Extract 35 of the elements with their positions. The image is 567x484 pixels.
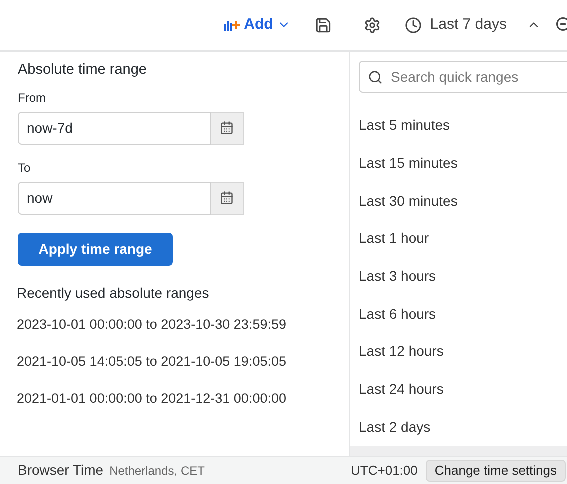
quick-range-item[interactable]: Last 12 hours <box>359 333 567 371</box>
search-icon <box>368 70 383 84</box>
settings-icon[interactable] <box>364 16 382 34</box>
timezone-label: Netherlands, CET <box>110 462 205 480</box>
recent-range-link[interactable]: 2021-01-01 00:00:00 to 2021-12-31 00:00:00 <box>17 386 341 410</box>
quick-range-item[interactable]: Last 3 hours <box>359 258 567 296</box>
save-icon[interactable] <box>315 16 332 34</box>
search-field[interactable]: Search quick ranges <box>359 61 567 93</box>
change-settings-button[interactable]: Change time settings <box>426 460 566 482</box>
calendar-icon <box>220 121 234 136</box>
apply-button[interactable]: Apply time range <box>18 232 173 266</box>
utc-offset: UTC+01:00 <box>351 462 418 480</box>
recent-range-link[interactable]: 2021-10-05 14:05:05 to 2021-10-05 19:05:05 <box>17 350 341 373</box>
quick-range-item[interactable]: Last 15 minutes <box>359 144 567 182</box>
section-title: Recently used absolute ranges <box>17 284 210 303</box>
browser-time-label: Browser Time <box>18 461 104 480</box>
quick-range-item[interactable]: Last 6 hours <box>359 295 567 334</box>
quick-range-item[interactable]: Last 24 hours <box>359 370 567 408</box>
add-button[interactable]: Add <box>224 14 292 36</box>
quick-range-item[interactable]: Last 1 hour <box>359 220 567 258</box>
clock-icon <box>405 16 422 34</box>
calendar-icon <box>220 191 234 206</box>
field-label: From <box>18 90 47 107</box>
quick-range-item[interactable]: Last 30 minutes <box>359 182 567 220</box>
field-label: To <box>18 160 32 177</box>
date-input-field[interactable]: now <box>18 182 211 215</box>
section-title: Absolute time range <box>18 61 148 80</box>
quick-range-item[interactable]: Last 2 days <box>359 408 567 446</box>
calendar-button[interactable] <box>211 112 244 145</box>
date-input-field[interactable]: now-7d <box>18 112 211 145</box>
add-panel-icon <box>224 19 240 31</box>
recent-range-link[interactable]: 2023-10-01 00:00:00 to 2023-10-30 23:59:59 <box>17 312 341 336</box>
time-range-button[interactable]: Last 7 days <box>405 14 541 36</box>
quick-range-item[interactable]: Last 5 minutes <box>359 107 567 145</box>
calendar-button[interactable] <box>211 182 244 215</box>
